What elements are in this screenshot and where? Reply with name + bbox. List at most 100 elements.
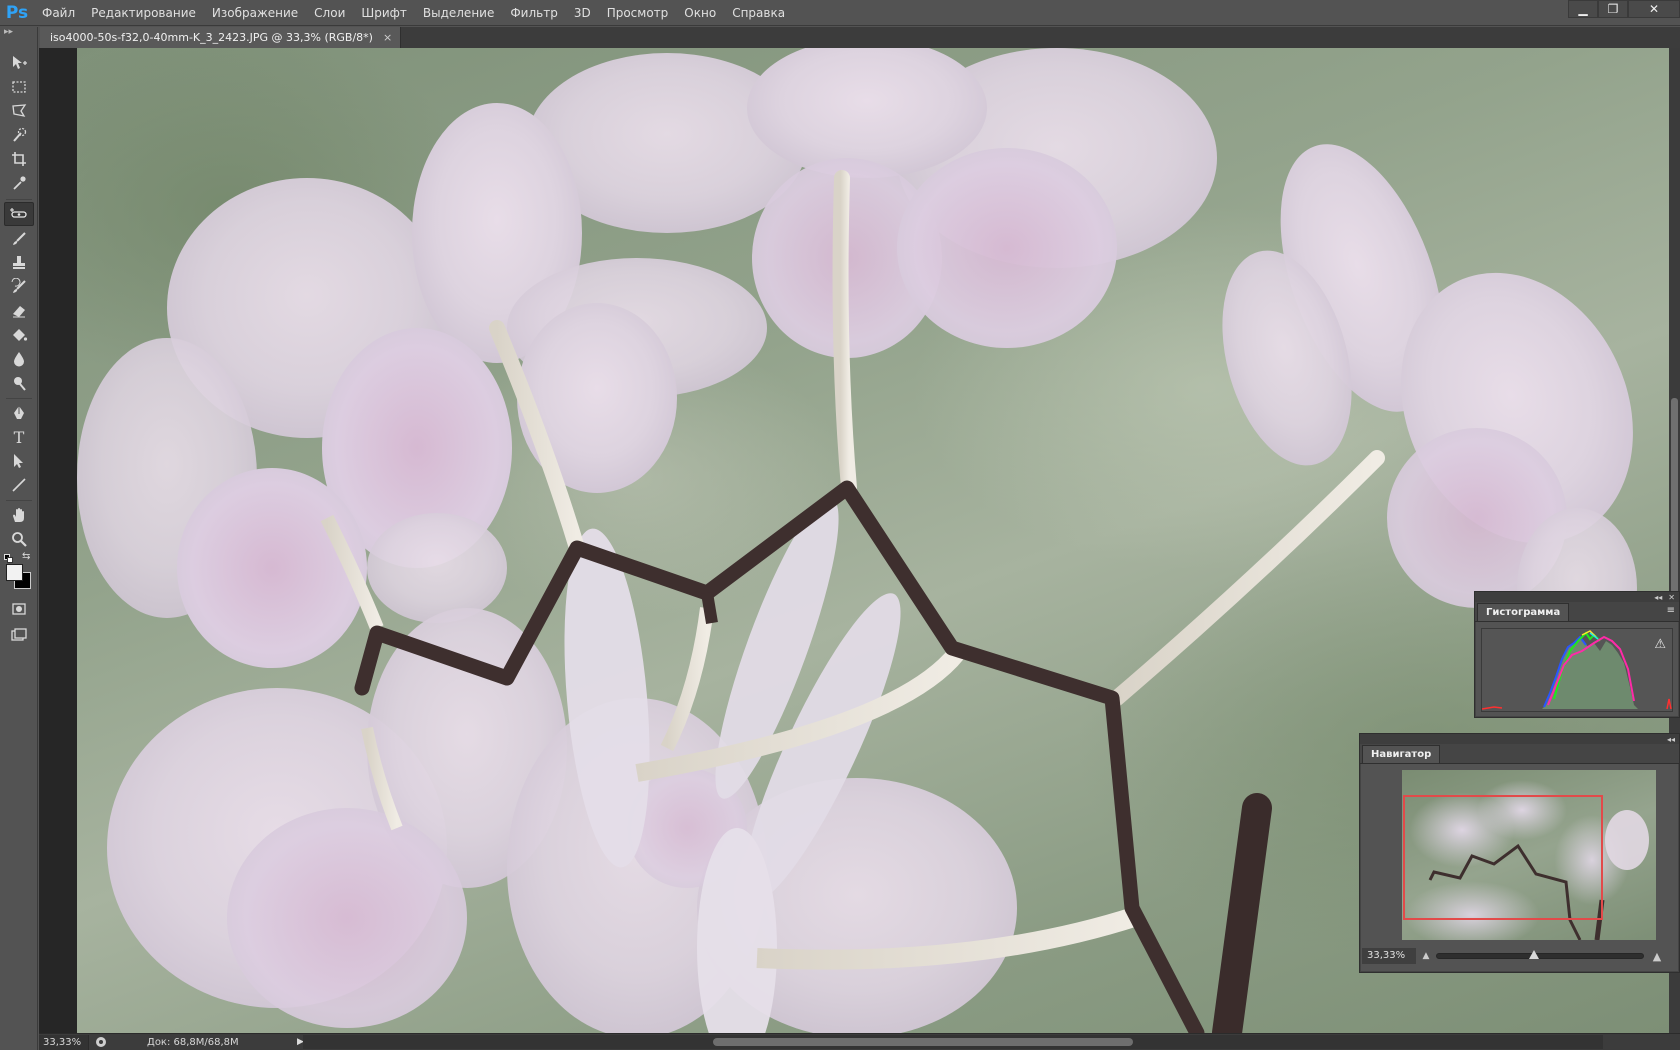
navigator-panel: ◂◂ Навигатор 33,33% ▲ ▲ xyxy=(1359,733,1680,973)
toolbar-separator xyxy=(6,500,32,501)
history-brush-icon xyxy=(11,278,26,293)
bucket-icon xyxy=(13,329,28,341)
zoom-slider-thumb[interactable] xyxy=(1529,950,1539,959)
document-tab-title: iso4000-50s-f32,0-40mm-K_3_2423.JPG @ 33… xyxy=(50,31,373,44)
quick-mask-icon xyxy=(12,603,26,615)
default-colors-icon[interactable] xyxy=(4,554,13,563)
swap-colors-icon[interactable]: ⇆ xyxy=(22,551,30,562)
histogram-panel-topbar: ◂◂ ✕ xyxy=(1475,592,1679,602)
eraser-tool[interactable] xyxy=(4,299,34,323)
histogram-graph: ⚠ xyxy=(1481,628,1673,712)
navigator-thumbnail[interactable] xyxy=(1402,770,1656,940)
crop-icon xyxy=(12,152,26,166)
move-tool[interactable] xyxy=(4,51,34,75)
screen-mode-button[interactable] xyxy=(4,623,34,647)
move-icon xyxy=(13,56,27,69)
menu-filter[interactable]: Фильтр xyxy=(502,0,565,26)
menu-layers[interactable]: Слои xyxy=(306,0,353,26)
tools-panel: ▸▸ T ⇆ xyxy=(0,27,38,1050)
type-tool[interactable]: T xyxy=(4,425,34,449)
navigator-view-box[interactable] xyxy=(1403,795,1603,920)
zoom-tool[interactable] xyxy=(4,527,34,551)
zoom-icon xyxy=(12,532,27,547)
eyedropper-icon xyxy=(13,176,26,190)
photoshop-logo: Ps xyxy=(5,2,29,23)
navigator-zoom-field[interactable]: 33,33% xyxy=(1362,948,1416,964)
menu-file[interactable]: Файл xyxy=(34,0,83,26)
type-icon: T xyxy=(13,427,25,447)
hand-icon xyxy=(13,508,24,522)
spot-healing-icon xyxy=(10,208,27,218)
brush-icon xyxy=(13,232,26,245)
menu-help[interactable]: Справка xyxy=(724,0,793,26)
histogram-chart xyxy=(1481,630,1672,710)
collapse-panel-icon[interactable]: ◂◂ xyxy=(1654,593,1662,602)
menu-window[interactable]: Окно xyxy=(676,0,724,26)
tab-histogram[interactable]: Гистограмма xyxy=(1477,603,1570,621)
pen-tool[interactable] xyxy=(4,401,34,425)
blur-tool[interactable] xyxy=(4,347,34,371)
eyedropper-tool[interactable] xyxy=(4,171,34,195)
path-selection-tool[interactable] xyxy=(4,449,34,473)
menu-type[interactable]: Шрифт xyxy=(353,0,415,26)
history-brush-tool[interactable] xyxy=(4,275,34,299)
collapse-panel-icon[interactable]: ◂◂ xyxy=(1667,735,1675,744)
histogram-panel: ◂◂ ✕ Гистограмма ≡ ⚠ xyxy=(1474,591,1680,718)
crop-tool[interactable] xyxy=(4,147,34,171)
rectangle-marquee-icon xyxy=(12,81,26,93)
status-proof-icon[interactable] xyxy=(93,1035,109,1050)
close-window-button[interactable]: ✕ xyxy=(1628,0,1680,18)
horizontal-scrollbar[interactable] xyxy=(303,1035,1603,1049)
toolbar-grip-icon[interactable]: ▸▸ xyxy=(0,27,37,39)
histogram-tab-row: Гистограмма ≡ xyxy=(1475,602,1679,622)
document-tab[interactable]: iso4000-50s-f32,0-40mm-K_3_2423.JPG @ 33… xyxy=(40,27,402,48)
menu-image[interactable]: Изображение xyxy=(204,0,306,26)
menu-3d[interactable]: 3D xyxy=(566,0,599,26)
clone-stamp-tool[interactable] xyxy=(4,251,34,275)
polygonal-lasso-icon xyxy=(12,104,27,117)
blur-drop-icon xyxy=(14,352,24,367)
dodge-tool[interactable] xyxy=(4,371,34,395)
menu-select[interactable]: Выделение xyxy=(415,0,502,26)
foreground-color-swatch[interactable] xyxy=(6,564,23,581)
document-tab-bar: iso4000-50s-f32,0-40mm-K_3_2423.JPG @ 33… xyxy=(40,27,1680,48)
quick-selection-tool[interactable] xyxy=(4,123,34,147)
navigator-footer: 33,33% ▲ ▲ xyxy=(1360,940,1679,972)
path-selection-icon xyxy=(14,454,23,468)
horizontal-scroll-thumb[interactable] xyxy=(713,1038,1133,1046)
menu-edit[interactable]: Редактирование xyxy=(83,0,204,26)
line-icon xyxy=(12,478,26,492)
hand-tool[interactable] xyxy=(4,503,34,527)
quick-mask-button[interactable] xyxy=(4,597,34,621)
eraser-icon xyxy=(13,306,25,318)
dodge-icon xyxy=(14,377,26,391)
tab-navigator[interactable]: Навигатор xyxy=(1362,745,1441,763)
zoom-in-icon[interactable]: ▲ xyxy=(1644,950,1670,963)
minimize-button[interactable]: ▁ xyxy=(1568,0,1598,18)
marquee-tool[interactable] xyxy=(4,75,34,99)
close-panel-icon[interactable]: ✕ xyxy=(1668,593,1675,602)
navigator-tab-row: Навигатор xyxy=(1360,744,1679,764)
document-size-info: Док: 68,8M/68,8M xyxy=(147,1036,239,1048)
window-controls: ▁ ❐ ✕ xyxy=(1568,0,1680,20)
tab-close-icon[interactable]: × xyxy=(383,27,392,48)
pen-icon xyxy=(14,406,24,419)
menu-bar: Ps Файл Редактирование Изображение Слои … xyxy=(0,0,1680,26)
toolbar-separator xyxy=(6,199,32,200)
status-zoom-field[interactable]: 33,33% xyxy=(39,1034,89,1050)
cache-warning-icon[interactable]: ⚠ xyxy=(1654,637,1666,652)
line-tool[interactable] xyxy=(4,473,34,497)
toolbar-separator xyxy=(6,398,32,399)
lasso-tool[interactable] xyxy=(4,99,34,123)
stamp-icon xyxy=(13,256,25,269)
zoom-out-icon[interactable]: ▲ xyxy=(1416,951,1436,961)
panel-menu-icon[interactable]: ≡ xyxy=(1667,605,1675,616)
paint-bucket-tool[interactable] xyxy=(4,323,34,347)
navigator-zoom-slider[interactable] xyxy=(1436,950,1644,959)
brush-tool[interactable] xyxy=(4,227,34,251)
screen-mode-icon xyxy=(11,628,27,641)
menu-view[interactable]: Просмотр xyxy=(599,0,677,26)
spot-healing-tool[interactable] xyxy=(4,202,34,226)
navigator-panel-topbar: ◂◂ xyxy=(1360,734,1679,744)
restore-button[interactable]: ❐ xyxy=(1598,0,1628,18)
